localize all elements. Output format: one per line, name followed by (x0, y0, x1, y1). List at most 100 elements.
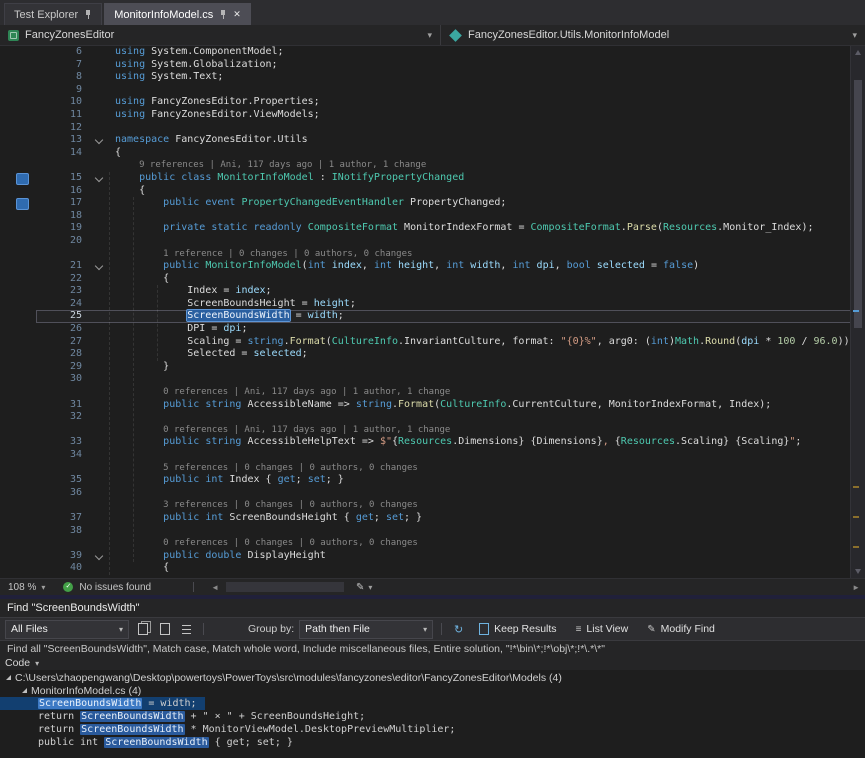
chevron-down-icon[interactable]: ▾ (852, 30, 857, 41)
glyph-margin[interactable] (0, 96, 36, 109)
code-text[interactable]: { (109, 185, 865, 198)
code-text[interactable] (109, 487, 865, 500)
chevron-down-icon[interactable]: ▾ (427, 30, 432, 41)
code-text[interactable]: Scaling = string.Format(CultureInfo.Inva… (109, 336, 865, 349)
codelens-text[interactable]: 1 reference | 0 changes | 0 authors, 0 c… (109, 248, 865, 261)
code-text[interactable]: using FancyZonesEditor.Properties; (109, 96, 865, 109)
code-group-header[interactable]: Code ▾ (0, 656, 865, 670)
keep-results-button[interactable]: Keep Results (472, 620, 563, 638)
glyph-margin[interactable] (0, 386, 36, 399)
glyph-margin[interactable] (0, 348, 36, 361)
codelens-text[interactable]: 0 references | 0 changes | 0 authors, 0 … (109, 537, 865, 550)
find-result-row[interactable]: ScreenBoundsWidth = width; (0, 697, 205, 710)
code-text[interactable]: public int Index { get; set; } (109, 474, 865, 487)
glyph-margin[interactable] (0, 499, 36, 512)
codelens-text[interactable]: 0 references | Ani, 117 days ago | 1 aut… (109, 386, 865, 399)
scroll-left-arrow-icon[interactable]: ◄ (206, 583, 224, 592)
code-text[interactable]: using System.ComponentModel; (109, 46, 865, 59)
glyph-margin[interactable] (0, 197, 36, 210)
code-text[interactable]: public double DisplayHeight (109, 550, 865, 563)
document-health-indicator[interactable]: ✓ No issues found (55, 582, 159, 593)
code-text[interactable] (109, 122, 865, 135)
code-text[interactable]: Index = index; (109, 285, 865, 298)
glyph-margin[interactable] (0, 487, 36, 500)
expand-triangle-icon[interactable] (6, 675, 11, 680)
code-text[interactable] (109, 210, 865, 223)
codelens-text[interactable]: 9 references | Ani, 117 days ago | 1 aut… (109, 159, 865, 172)
close-icon[interactable]: ✕ (233, 9, 241, 20)
chevron-down-icon[interactable]: ▾ (368, 583, 372, 592)
scrollbar-thumb[interactable] (854, 80, 862, 328)
glyph-margin[interactable] (0, 298, 36, 311)
code-text[interactable]: Selected = selected; (109, 348, 865, 361)
scroll-right-arrow-icon[interactable]: ► (847, 583, 865, 592)
fold-chevron-icon[interactable] (95, 552, 103, 560)
code-text[interactable]: DPI = dpi; (109, 323, 865, 336)
glyph-margin[interactable] (0, 285, 36, 298)
type-dropdown[interactable]: FancyZonesEditor.Utils.MonitorInfoModel … (440, 25, 865, 45)
glyph-margin[interactable] (0, 147, 36, 160)
fold-margin[interactable] (91, 134, 109, 147)
glyph-margin[interactable] (0, 424, 36, 437)
glyph-margin[interactable] (0, 550, 36, 563)
glyph-margin[interactable] (0, 109, 36, 122)
glyph-margin[interactable] (0, 235, 36, 248)
glyph-margin[interactable] (0, 260, 36, 273)
glyph-margin[interactable] (0, 248, 36, 261)
code-text[interactable]: } (109, 361, 865, 374)
glyph-margin[interactable] (0, 537, 36, 550)
glyph-margin[interactable] (0, 474, 36, 487)
zoom-dropdown[interactable]: 108 % ▾ (0, 582, 55, 593)
fold-margin[interactable] (91, 172, 109, 185)
glyph-margin[interactable] (0, 336, 36, 349)
code-text[interactable] (109, 84, 865, 97)
glyph-margin[interactable] (0, 562, 36, 575)
expand-triangle-icon[interactable] (22, 688, 27, 693)
refresh-icon[interactable]: ↻ (450, 621, 467, 638)
glyph-margin[interactable] (0, 411, 36, 424)
find-result-row[interactable]: return ScreenBoundsWidth * MonitorViewMo… (0, 723, 463, 736)
code-text[interactable]: public event PropertyChangedEventHandler… (109, 197, 865, 210)
glyph-margin[interactable] (0, 436, 36, 449)
open-results-icon[interactable] (156, 621, 173, 638)
glyph-margin[interactable] (0, 525, 36, 538)
collapse-all-icon[interactable] (178, 621, 195, 638)
code-editor[interactable]: 6using System.ComponentModel;7using Syst… (0, 46, 865, 578)
code-text[interactable]: using FancyZonesEditor.ViewModels; (109, 109, 865, 122)
codelens-text[interactable]: 0 references | Ani, 117 days ago | 1 aut… (109, 424, 865, 437)
reference-glyph-icon[interactable] (16, 173, 29, 185)
group-by-dropdown[interactable]: Path then File ▾ (299, 620, 433, 639)
find-result-path-row[interactable]: C:\Users\zhaopengwang\Desktop\powertoys\… (0, 671, 570, 684)
scrollbar-down-arrow-icon[interactable] (855, 569, 861, 574)
fold-chevron-icon[interactable] (95, 174, 103, 182)
glyph-margin[interactable] (0, 449, 36, 462)
code-text[interactable]: using System.Text; (109, 71, 865, 84)
list-view-button[interactable]: ≡ List View (569, 620, 636, 638)
find-result-row[interactable]: public int ScreenBoundsWidth { get; set;… (0, 736, 301, 749)
scope-dropdown[interactable]: All Files ▾ (5, 620, 129, 639)
tab-monitorinfomodel[interactable]: MonitorInfoModel.cs ✕ (104, 3, 251, 25)
code-text[interactable]: public string AccessibleHelpText => $"{R… (109, 436, 865, 449)
hscrollbar-thumb[interactable] (226, 582, 344, 592)
fold-margin[interactable] (91, 260, 109, 273)
code-text[interactable]: { (109, 147, 865, 160)
code-text[interactable] (109, 411, 865, 424)
glyph-margin[interactable] (0, 323, 36, 336)
glyph-margin[interactable] (0, 399, 36, 412)
glyph-margin[interactable] (0, 71, 36, 84)
fold-chevron-icon[interactable] (95, 262, 103, 270)
glyph-margin[interactable] (0, 159, 36, 172)
code-text[interactable]: public string AccessibleName => string.F… (109, 399, 865, 412)
code-text[interactable]: { (109, 273, 865, 286)
glyph-margin[interactable] (0, 512, 36, 525)
code-text[interactable]: using System.Globalization; (109, 59, 865, 72)
find-result-file-row[interactable]: MonitorInfoModel.cs (4) (0, 684, 149, 697)
project-dropdown[interactable]: FancyZonesEditor ▾ (0, 25, 440, 45)
code-text[interactable] (109, 235, 865, 248)
tab-test-explorer[interactable]: Test Explorer (4, 3, 102, 25)
reference-glyph-icon[interactable] (16, 198, 29, 210)
glyph-margin[interactable] (0, 373, 36, 386)
scrollbar-up-arrow-icon[interactable] (855, 50, 861, 55)
glyph-margin[interactable] (0, 185, 36, 198)
codelens-text[interactable]: 5 references | 0 changes | 0 authors, 0 … (109, 462, 865, 475)
